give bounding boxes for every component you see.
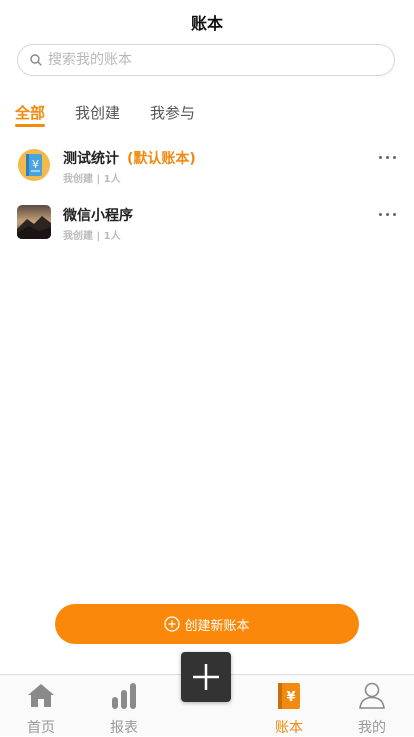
book-meta: 我创建 | 1人 xyxy=(63,231,121,242)
book-item[interactable]: 微信小程序 我创建 | 1人 xyxy=(17,205,397,245)
svg-text:¥: ¥ xyxy=(286,690,295,705)
tab-mine[interactable]: 我的 xyxy=(342,675,402,737)
plus-circle-icon xyxy=(164,616,181,632)
create-book-button[interactable]: 创建新账本 xyxy=(55,604,359,644)
search-input[interactable] xyxy=(48,45,378,75)
book-name-text: 测试统计 xyxy=(63,151,119,167)
search-bar[interactable] xyxy=(17,44,395,76)
book-name-text: 微信小程序 xyxy=(63,208,133,224)
bar-chart-icon xyxy=(112,683,136,709)
tab-joined[interactable]: 我参与 xyxy=(150,102,195,123)
user-icon xyxy=(359,682,385,709)
tab-reports[interactable]: 报表 xyxy=(94,675,154,737)
tab-home-label: 首页 xyxy=(27,720,55,736)
more-options-icon[interactable] xyxy=(379,152,397,162)
landscape-photo xyxy=(17,205,51,239)
tab-mine-label: 我的 xyxy=(358,720,386,736)
book-meta: 我创建 | 1人 xyxy=(63,174,121,185)
search-icon xyxy=(30,54,42,66)
svg-text:¥: ¥ xyxy=(32,158,39,171)
tab-books-label: 账本 xyxy=(275,720,303,736)
book-item[interactable]: ¥ 测试统计 (默认账本) 我创建 | 1人 xyxy=(17,148,397,188)
book-name: 微信小程序 xyxy=(63,205,133,225)
home-icon xyxy=(28,684,54,707)
tab-books[interactable]: ¥ 账本 xyxy=(259,675,319,737)
book-name: 测试统计 (默认账本) xyxy=(63,148,196,168)
page-title: 账本 xyxy=(190,14,223,33)
default-book-tag: (默认账本) xyxy=(127,151,196,167)
more-options-icon[interactable] xyxy=(379,209,397,219)
ledger-icon: ¥ xyxy=(278,683,300,709)
tab-all[interactable]: 全部 xyxy=(15,102,45,123)
active-tab-indicator xyxy=(15,124,45,127)
tab-home[interactable]: 首页 xyxy=(11,675,71,737)
add-record-button[interactable] xyxy=(181,652,231,702)
tab-created[interactable]: 我创建 xyxy=(75,102,120,123)
ledger-yen-icon: ¥ xyxy=(17,148,51,182)
create-book-label: 创建新账本 xyxy=(184,618,250,634)
tab-reports-label: 报表 xyxy=(110,720,138,736)
plus-icon xyxy=(193,664,219,690)
